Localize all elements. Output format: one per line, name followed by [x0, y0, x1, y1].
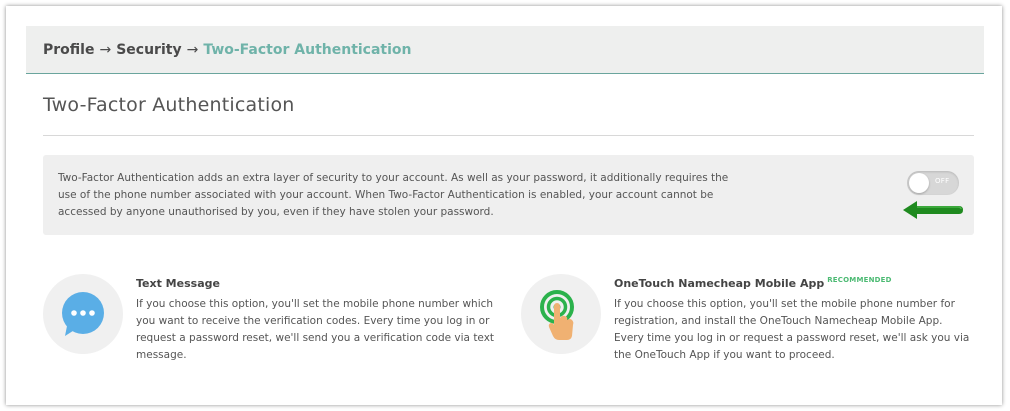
page-title: Two-Factor Authentication	[43, 94, 295, 116]
option-title: OneTouch Namecheap Mobile App	[614, 277, 825, 290]
option-icon-circle	[43, 274, 123, 354]
option-text-message[interactable]: Text Message If you choose this option, …	[43, 274, 494, 374]
toggle-knob	[909, 173, 929, 193]
breadcrumb-profile[interactable]: Profile	[43, 42, 94, 58]
breadcrumb-security[interactable]: Security	[116, 42, 181, 58]
option-description: If you choose this option, you'll set th…	[614, 298, 970, 361]
option-onetouch-app[interactable]: OneTouch Namecheap Mobile App RECOMMENDED…	[521, 274, 971, 374]
title-divider	[43, 135, 974, 136]
toggle-label: OFF	[935, 177, 950, 185]
breadcrumb-two-factor: Two-Factor Authentication	[203, 41, 412, 58]
left-arrow-icon	[903, 201, 963, 219]
option-icon-circle	[521, 274, 601, 354]
option-description: If you choose this option, you'll set th…	[136, 298, 495, 361]
info-text: Two-Factor Authentication adds an extra …	[58, 172, 729, 218]
recommended-badge: RECOMMENDED	[827, 276, 892, 284]
option-heading: OneTouch Namecheap Mobile App RECOMMENDED	[614, 276, 892, 290]
breadcrumb: Profile → Security → Two-Factor Authenti…	[26, 26, 984, 74]
two-factor-toggle[interactable]: OFF	[907, 171, 959, 195]
breadcrumb-separator: →	[99, 41, 112, 58]
info-panel: Two-Factor Authentication adds an extra …	[43, 155, 974, 235]
chat-bubble-icon	[62, 292, 104, 336]
option-title: Text Message	[136, 277, 220, 290]
breadcrumb-separator: →	[186, 41, 199, 58]
option-heading: Text Message	[136, 277, 220, 290]
touch-finger-icon	[540, 290, 574, 340]
main-frame: Profile → Security → Two-Factor Authenti…	[6, 6, 1002, 405]
